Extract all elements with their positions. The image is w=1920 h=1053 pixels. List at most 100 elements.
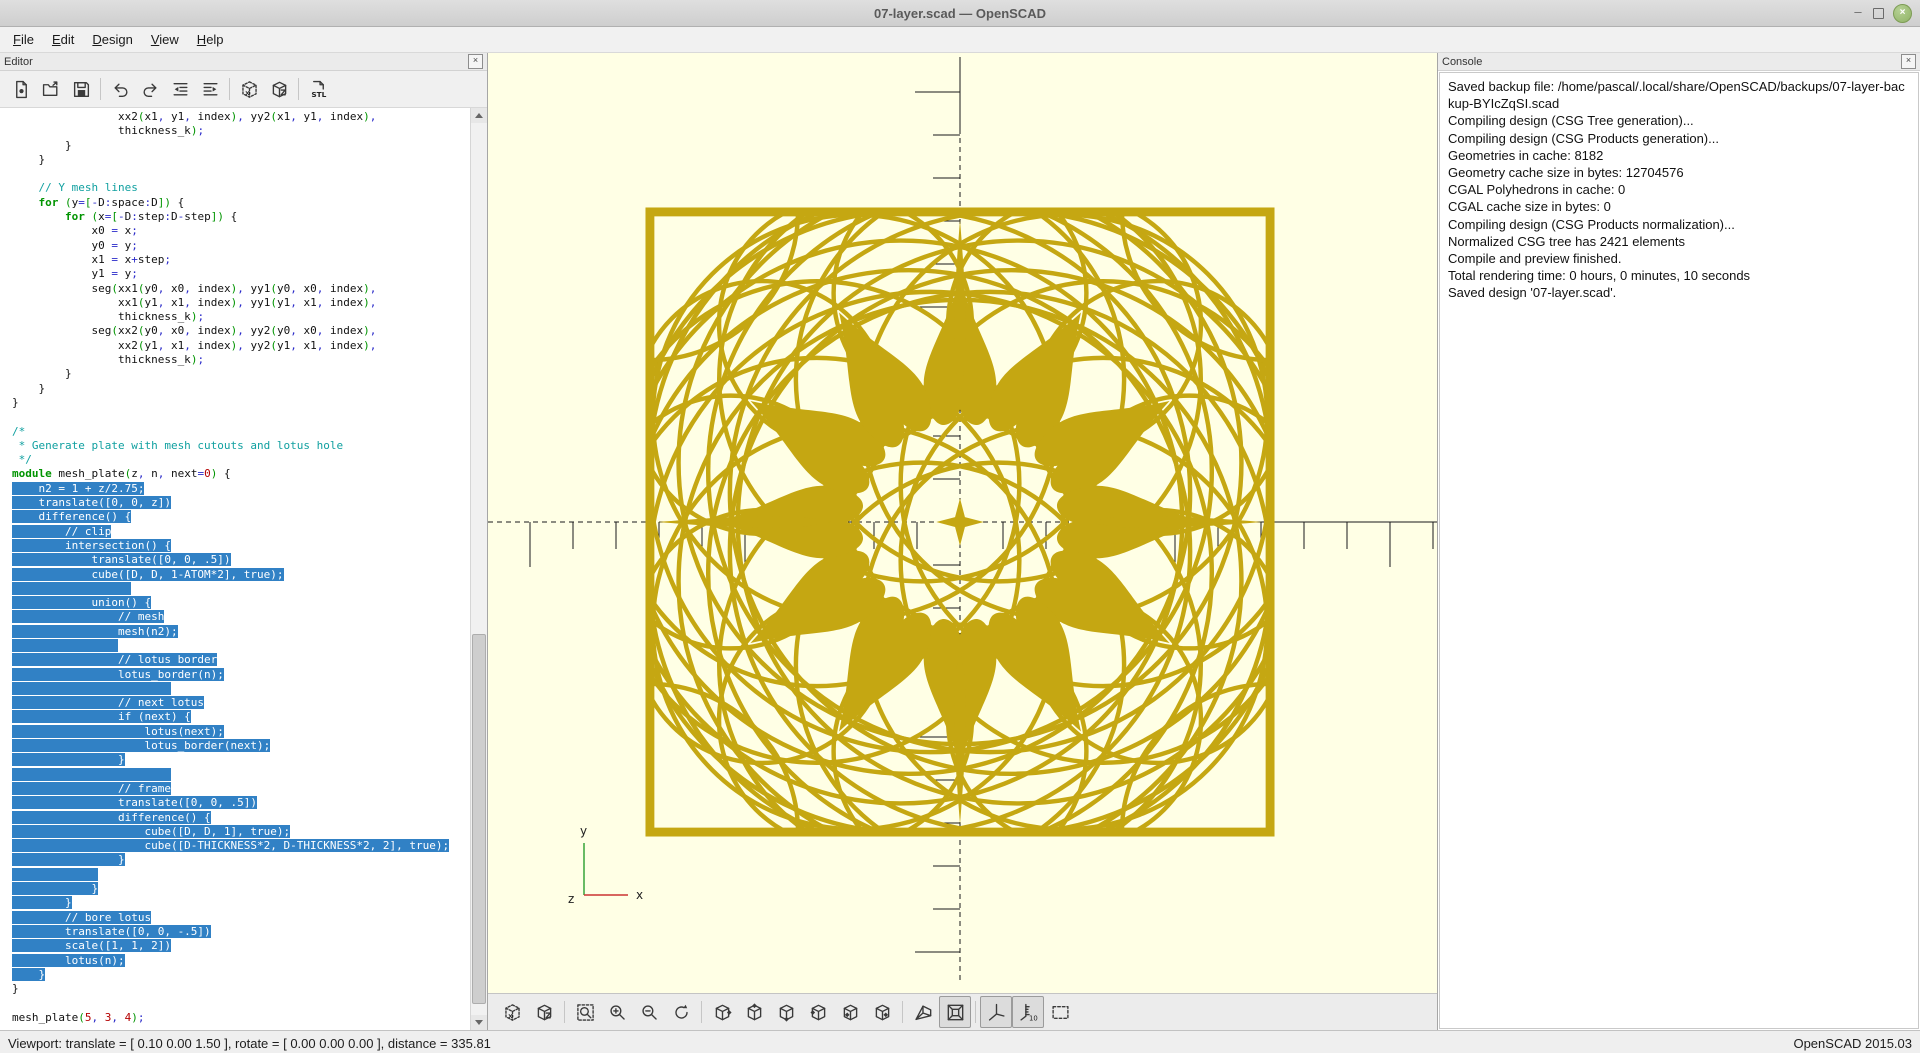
code-line[interactable]: xx2(y1, x1, index), yy2(y1, x1, index), (12, 339, 471, 353)
code-line[interactable]: thickness_k); (12, 353, 471, 367)
code-line[interactable]: for (y=[-D:space:D]) { (12, 196, 471, 210)
view-bottom-button[interactable] (770, 996, 802, 1028)
code-line[interactable]: scale([1, 1, 2]) (12, 939, 471, 953)
orthogonal-button[interactable] (939, 996, 971, 1028)
code-line[interactable]: /* (12, 425, 471, 439)
viewport-canvas[interactable]: yxz (488, 53, 1437, 994)
code-line[interactable]: // mesh (12, 610, 471, 624)
minimize-icon[interactable]: – (1852, 7, 1864, 19)
code-line[interactable]: lotus(next); (12, 725, 471, 739)
code-line[interactable]: } (12, 367, 471, 381)
code-line[interactable]: lotus_border(n); (12, 668, 471, 682)
title-bar[interactable]: 07-layer.scad — OpenSCAD – × (0, 0, 1920, 27)
code-line[interactable]: translate([0, 0, .5]) (12, 553, 471, 567)
preview-button[interactable]: » (496, 996, 528, 1028)
code-line[interactable]: x1 = x+step; (12, 253, 471, 267)
code-line[interactable]: translate([0, 0, z]) (12, 496, 471, 510)
view-back-button[interactable] (866, 996, 898, 1028)
code-line[interactable]: mesh_plate(5, 3, 4); (12, 1011, 471, 1025)
view-front-button[interactable] (834, 996, 866, 1028)
code-line[interactable] (12, 996, 471, 1010)
code-line[interactable]: thickness_k); (12, 310, 471, 324)
code-line[interactable]: // clip (12, 525, 471, 539)
code-line[interactable]: seg(xx2(y0, x0, index), yy2(y0, x0, inde… (12, 324, 471, 338)
view-right-button[interactable] (706, 996, 738, 1028)
code-line[interactable]: if (next) { (12, 710, 471, 724)
code-line[interactable]: } (12, 896, 471, 910)
indent-button[interactable] (195, 75, 225, 104)
code-line[interactable]: xx1(y1, x1, index), yy1(y1, x1, index), (12, 296, 471, 310)
redo-button[interactable] (135, 75, 165, 104)
open-folder-button[interactable] (36, 75, 66, 104)
code-line[interactable]: translate([0, 0, .5]) (12, 796, 471, 810)
code-line[interactable]: cube([D, D, 1-ATOM*2], true); (12, 568, 471, 582)
code-line[interactable] (12, 768, 471, 782)
reset-view-button[interactable] (665, 996, 697, 1028)
scrollbar-thumb[interactable] (472, 634, 486, 1005)
code-line[interactable]: union() { (12, 596, 471, 610)
code-line[interactable] (12, 167, 471, 181)
code-line[interactable] (12, 582, 471, 596)
code-line[interactable]: for (x=[-D:step:D-step]) { (12, 210, 471, 224)
show-scale-button[interactable]: 10 (1012, 996, 1044, 1028)
code-line[interactable] (12, 410, 471, 424)
code-area[interactable]: xx2(x1, y1, index), yy2(x1, y1, index), … (0, 108, 471, 1030)
menu-design[interactable]: Design (83, 29, 141, 50)
code-line[interactable]: translate([0, 0, -.5]) (12, 925, 471, 939)
code-line[interactable]: } (12, 382, 471, 396)
unindent-button[interactable] (165, 75, 195, 104)
menu-edit[interactable]: Edit (43, 29, 83, 50)
code-line[interactable]: lotus(n); (12, 954, 471, 968)
code-line[interactable]: } (12, 882, 471, 896)
code-line[interactable] (12, 682, 471, 696)
code-line[interactable]: module mesh_plate(z, n, next=0) { (12, 467, 471, 481)
preview-button[interactable]: » (234, 75, 264, 104)
code-line[interactable] (12, 639, 471, 653)
view-top-button[interactable] (738, 996, 770, 1028)
menu-help[interactable]: Help (188, 29, 233, 50)
maximize-icon[interactable] (1873, 8, 1884, 19)
code-line[interactable]: difference() { (12, 510, 471, 524)
zoom-in-button[interactable] (601, 996, 633, 1028)
code-line[interactable]: xx2(x1, y1, index), yy2(x1, y1, index), (12, 110, 471, 124)
code-line[interactable]: } (12, 396, 471, 410)
code-line[interactable]: } (12, 982, 471, 996)
code-line[interactable]: // bore lotus (12, 911, 471, 925)
rendered-model[interactable] (644, 206, 1276, 838)
menu-file[interactable]: File (4, 29, 43, 50)
new-file-button[interactable] (6, 75, 36, 104)
export-stl-button[interactable]: STL (303, 75, 333, 104)
code-line[interactable]: } (12, 968, 471, 982)
menu-view[interactable]: View (142, 29, 188, 50)
view-left-button[interactable] (802, 996, 834, 1028)
code-line[interactable]: cube([D, D, 1], true); (12, 825, 471, 839)
code-line[interactable]: y1 = y; (12, 267, 471, 281)
code-line[interactable] (12, 868, 471, 882)
code-line[interactable]: cube([D-THICKNESS*2, D-THICKNESS*2, 2], … (12, 839, 471, 853)
undo-button[interactable] (105, 75, 135, 104)
editor-scrollbar[interactable] (470, 108, 487, 1030)
code-line[interactable]: mesh(n2); (12, 625, 471, 639)
scroll-up-icon[interactable] (471, 108, 487, 123)
scroll-down-icon[interactable] (471, 1015, 487, 1030)
editor-close-icon[interactable]: × (468, 54, 483, 69)
code-line[interactable]: thickness_k); (12, 124, 471, 138)
3d-viewport[interactable]: yxz » 10 (488, 53, 1437, 1030)
show-axes-button[interactable] (980, 996, 1012, 1028)
code-line[interactable]: // frame (12, 782, 471, 796)
code-line[interactable]: y0 = y; (12, 239, 471, 253)
code-line[interactable]: // lotus border (12, 653, 471, 667)
console-log[interactable]: Saved backup file: /home/pascal/.local/s… (1439, 72, 1919, 1029)
code-line[interactable]: // next lotus (12, 696, 471, 710)
code-line[interactable]: x0 = x; (12, 224, 471, 238)
zoom-all-button[interactable] (569, 996, 601, 1028)
code-line[interactable]: } (12, 753, 471, 767)
code-line[interactable]: * Generate plate with mesh cutouts and l… (12, 439, 471, 453)
code-line[interactable]: } (12, 139, 471, 153)
render-button[interactable] (528, 996, 560, 1028)
code-line[interactable]: intersection() { (12, 539, 471, 553)
code-line[interactable]: // Y mesh lines (12, 181, 471, 195)
code-line[interactable]: n2 = 1 + z/2.75; (12, 482, 471, 496)
render-button[interactable] (264, 75, 294, 104)
console-close-icon[interactable]: × (1901, 54, 1916, 69)
